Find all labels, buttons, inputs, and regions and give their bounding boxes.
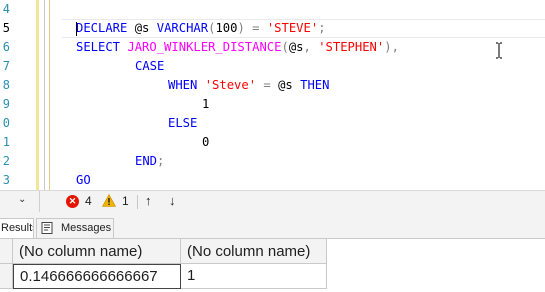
- text-caret: [76, 22, 77, 36]
- operator: =: [244, 21, 267, 35]
- zoom-dropdown[interactable]: ⌄: [0, 191, 40, 212]
- number: 100: [215, 21, 238, 35]
- next-issue-arrow-icon[interactable]: ↓: [169, 193, 176, 208]
- operator: ): [384, 40, 392, 54]
- tab-messages[interactable]: Messages: [36, 218, 114, 238]
- operator: ;: [318, 21, 326, 35]
- editor-status-bar: ⌄ ✕ 4 1 ↑ ↓: [0, 190, 545, 212]
- line-number: 0: [2, 116, 10, 130]
- row-header[interactable]: [0, 264, 13, 289]
- divider: [137, 195, 138, 209]
- line-number: 8: [2, 78, 10, 92]
- code-line[interactable]: WHEN 'Steve' = @s THEN: [168, 76, 329, 95]
- line-number: 6: [2, 40, 10, 54]
- line-number-current: 5: [2, 21, 10, 35]
- gutter-divider: [44, 0, 45, 190]
- tab-messages-label: Messages: [61, 222, 112, 234]
- line-number: 1: [2, 135, 10, 149]
- chevron-down-icon: ⌄: [18, 194, 27, 205]
- function-name: JARO_WINKLER_DISTANCE: [120, 40, 282, 54]
- error-count[interactable]: 4: [85, 194, 92, 208]
- line-number: 3: [2, 173, 10, 187]
- code-line[interactable]: DECLARE @s VARCHAR(100) = 'STEVE';: [76, 19, 326, 38]
- keyword: SELECT: [76, 40, 121, 54]
- keyword: ELSE: [168, 116, 198, 130]
- variable: @s: [278, 78, 293, 92]
- operator: ,: [391, 40, 399, 54]
- tab-results-label: Results: [1, 222, 33, 234]
- warning-triangle-icon[interactable]: [101, 193, 117, 207]
- keyword: END: [135, 154, 158, 168]
- code-line[interactable]: GO: [76, 171, 91, 190]
- line-number-gutter: 4 5 6 7 8 9 0 1 2 3: [0, 0, 14, 190]
- variable: @s: [288, 40, 304, 54]
- results-tab-strip: Results Messages: [0, 212, 545, 238]
- number: 0: [202, 135, 210, 149]
- string-literal: 'STEPHEN': [318, 40, 385, 54]
- operator: (: [281, 40, 289, 54]
- string-literal: 'STEVE': [266, 21, 319, 35]
- results-grid[interactable]: (No column name) (No column name) 0.1466…: [0, 238, 545, 292]
- string-literal: 'Steve': [197, 78, 257, 92]
- code-line[interactable]: 0: [202, 133, 209, 152]
- query-editor[interactable]: 4 5 6 7 8 9 0 1 2 3 DECLARE @s VARCHAR(1…: [0, 0, 545, 190]
- line-number: 9: [2, 97, 10, 111]
- keyword: CASE: [135, 59, 165, 73]
- line-number: 4: [2, 2, 10, 16]
- column-header[interactable]: (No column name): [181, 239, 327, 264]
- messages-icon: [41, 222, 53, 234]
- keyword: GO: [76, 173, 91, 187]
- code-line[interactable]: SELECT JARO_WINKLER_DISTANCE(@s, 'STEPHE…: [76, 38, 399, 57]
- keyword: WHEN: [168, 78, 198, 92]
- number: 1: [202, 97, 210, 111]
- line-number: 7: [2, 59, 10, 73]
- keyword: THEN: [292, 78, 330, 92]
- code-line[interactable]: END;: [135, 152, 164, 171]
- warning-count[interactable]: 1: [122, 194, 129, 208]
- grid-cell[interactable]: 1: [181, 264, 327, 289]
- variable: @s: [127, 21, 157, 35]
- code-line[interactable]: 1: [202, 95, 209, 114]
- keyword: DECLARE: [76, 21, 128, 35]
- outline-margin: [49, 0, 50, 190]
- keyword: VARCHAR: [156, 21, 209, 35]
- previous-issue-arrow-icon[interactable]: ↑: [145, 193, 152, 208]
- operator: ;: [157, 154, 165, 168]
- grid-corner-header[interactable]: [0, 239, 13, 264]
- change-marker-bar: [36, 0, 39, 190]
- tab-results[interactable]: Results: [0, 218, 34, 238]
- line-number: 2: [2, 154, 10, 168]
- code-line[interactable]: ELSE: [168, 114, 197, 133]
- operator: ): [237, 21, 245, 35]
- text-ibeam-cursor-icon: [495, 42, 503, 59]
- operator: ,: [303, 40, 319, 54]
- error-circle-icon[interactable]: ✕: [66, 195, 79, 208]
- column-header[interactable]: (No column name): [13, 239, 181, 264]
- operator: =: [256, 78, 279, 92]
- code-line[interactable]: CASE: [135, 57, 164, 76]
- grid-cell-selected[interactable]: 0.146666666666667: [13, 264, 181, 289]
